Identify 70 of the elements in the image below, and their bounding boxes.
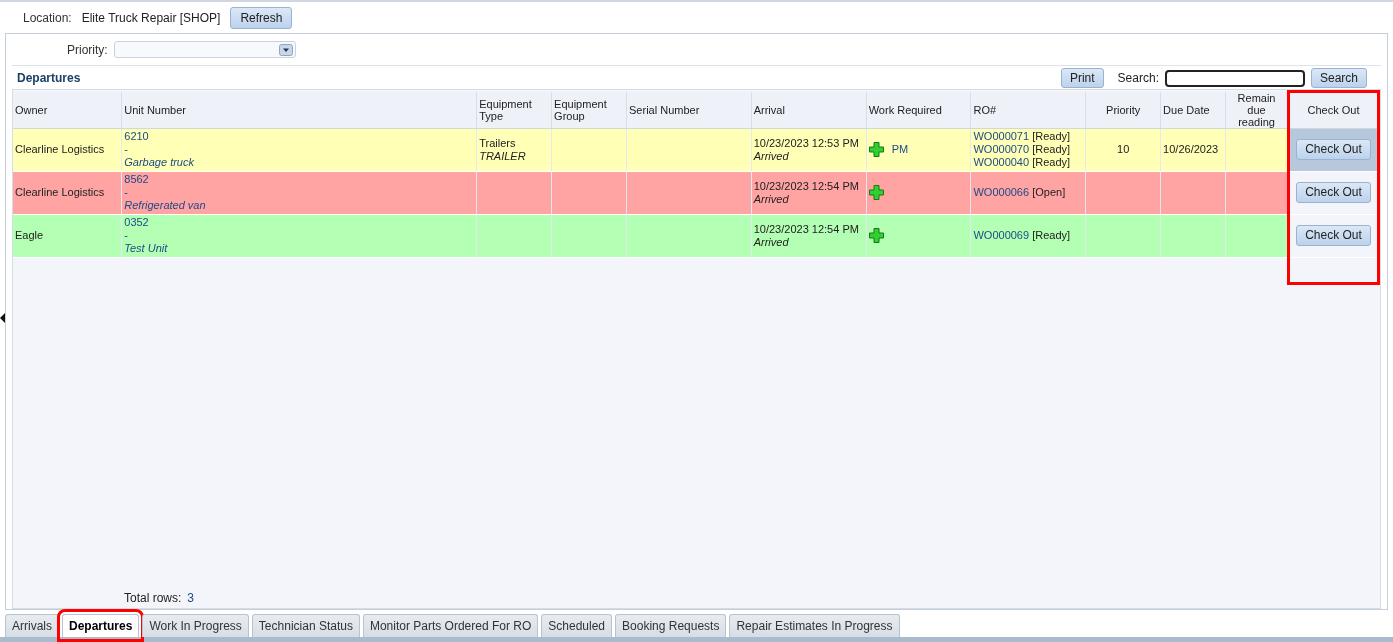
priority-label: Priority: — [67, 42, 108, 57]
ro-entry: WO000069 [Ready] — [973, 229, 1071, 242]
column-header: Equipment Type — [476, 91, 552, 128]
column-header: Priority — [1085, 91, 1161, 128]
tab[interactable]: Arrivals — [5, 614, 59, 637]
ro-entry: WO000071 [Ready] — [973, 130, 1071, 143]
tab[interactable]: Scheduled — [541, 614, 613, 637]
column-header: Unit Number — [121, 91, 477, 128]
tab[interactable]: Repair Estimates In Progress — [729, 614, 900, 637]
due-date-text: 10/26/2023 — [1163, 143, 1219, 155]
search-button[interactable]: Search — [1310, 68, 1367, 88]
tab[interactable]: Technician Status — [251, 614, 360, 637]
search-label: Search: — [1117, 71, 1159, 85]
unit-separator: - — [124, 186, 128, 199]
ro-entry: WO000070 [Ready] — [973, 143, 1071, 156]
unit-number-link[interactable]: 8562 — [124, 173, 149, 186]
owner-text: Eagle — [15, 229, 44, 241]
arrival-status: Arrived — [753, 235, 789, 249]
tab[interactable]: Booking Requests — [615, 614, 727, 637]
unit-description: Test Unit — [124, 242, 168, 255]
ro-entry: WO000040 [Ready] — [973, 156, 1071, 169]
ro-entry: WO000066 [Open] — [973, 186, 1066, 199]
add-icon[interactable] — [868, 228, 884, 243]
arrival-status: Arrived — [753, 192, 789, 206]
ro-link[interactable]: WO000070 — [973, 143, 1030, 155]
column-header: Serial Number — [626, 91, 752, 128]
owner-text: Clearline Logistics — [15, 143, 105, 155]
arrival-time: 10/23/2023 12:53 PM — [753, 136, 859, 150]
location-value: Elite Truck Repair [SHOP] — [81, 11, 221, 25]
unit-description: Garbage truck — [124, 156, 194, 169]
location-label: Location: — [23, 11, 72, 25]
search-field[interactable] — [1164, 69, 1305, 87]
column-header: Work Required — [866, 91, 971, 128]
arrival-time: 10/23/2023 12:54 PM — [753, 222, 859, 236]
equipment-type-text: Trailers — [479, 136, 516, 150]
column-header: RO# — [970, 91, 1086, 128]
column-header: Remain due reading — [1225, 91, 1289, 128]
ro-link[interactable]: WO000066 — [973, 186, 1030, 198]
column-header: Due Date — [1160, 91, 1226, 128]
add-icon[interactable] — [868, 185, 884, 200]
unit-number-link[interactable]: 0352 — [124, 216, 149, 229]
collapse-handle-icon[interactable] — [0, 313, 5, 323]
tab[interactable]: Work In Progress — [142, 614, 249, 637]
arrival-status: Arrived — [753, 149, 789, 163]
check-out-button[interactable]: Check Out — [1296, 225, 1371, 246]
column-header: Check Out — [1288, 91, 1379, 128]
ro-link[interactable]: WO000071 — [973, 130, 1030, 142]
priority-text: 10 — [1117, 143, 1130, 155]
tab[interactable]: Monitor Parts Ordered For RO — [362, 614, 539, 637]
unit-description: Refrigerated van — [124, 199, 206, 212]
print-button[interactable]: Print — [1060, 68, 1104, 88]
unit-separator: - — [124, 143, 128, 156]
add-icon[interactable] — [868, 142, 884, 157]
column-header: Equipment Group — [551, 91, 627, 128]
column-header: Owner — [13, 91, 122, 128]
refresh-button[interactable]: Refresh — [230, 7, 293, 29]
check-out-button[interactable]: Check Out — [1296, 182, 1371, 203]
arrival-time: 10/23/2023 12:54 PM — [753, 179, 859, 193]
unit-number-link[interactable]: 6210 — [124, 130, 149, 143]
work-required-link[interactable]: PM — [891, 143, 909, 156]
grid-title: Departures — [17, 71, 82, 85]
unit-separator: - — [124, 229, 128, 242]
owner-text: Clearline Logistics — [15, 186, 105, 198]
column-header: Arrival — [751, 91, 867, 128]
ro-link[interactable]: WO000040 — [973, 156, 1030, 168]
total-rows-label: Total rows: — [124, 591, 182, 605]
total-rows-count: 3 — [187, 591, 195, 605]
check-out-button[interactable]: Check Out — [1296, 139, 1371, 160]
equipment-code-text: TRAILER — [479, 149, 526, 163]
ro-link[interactable]: WO000069 — [973, 229, 1030, 241]
